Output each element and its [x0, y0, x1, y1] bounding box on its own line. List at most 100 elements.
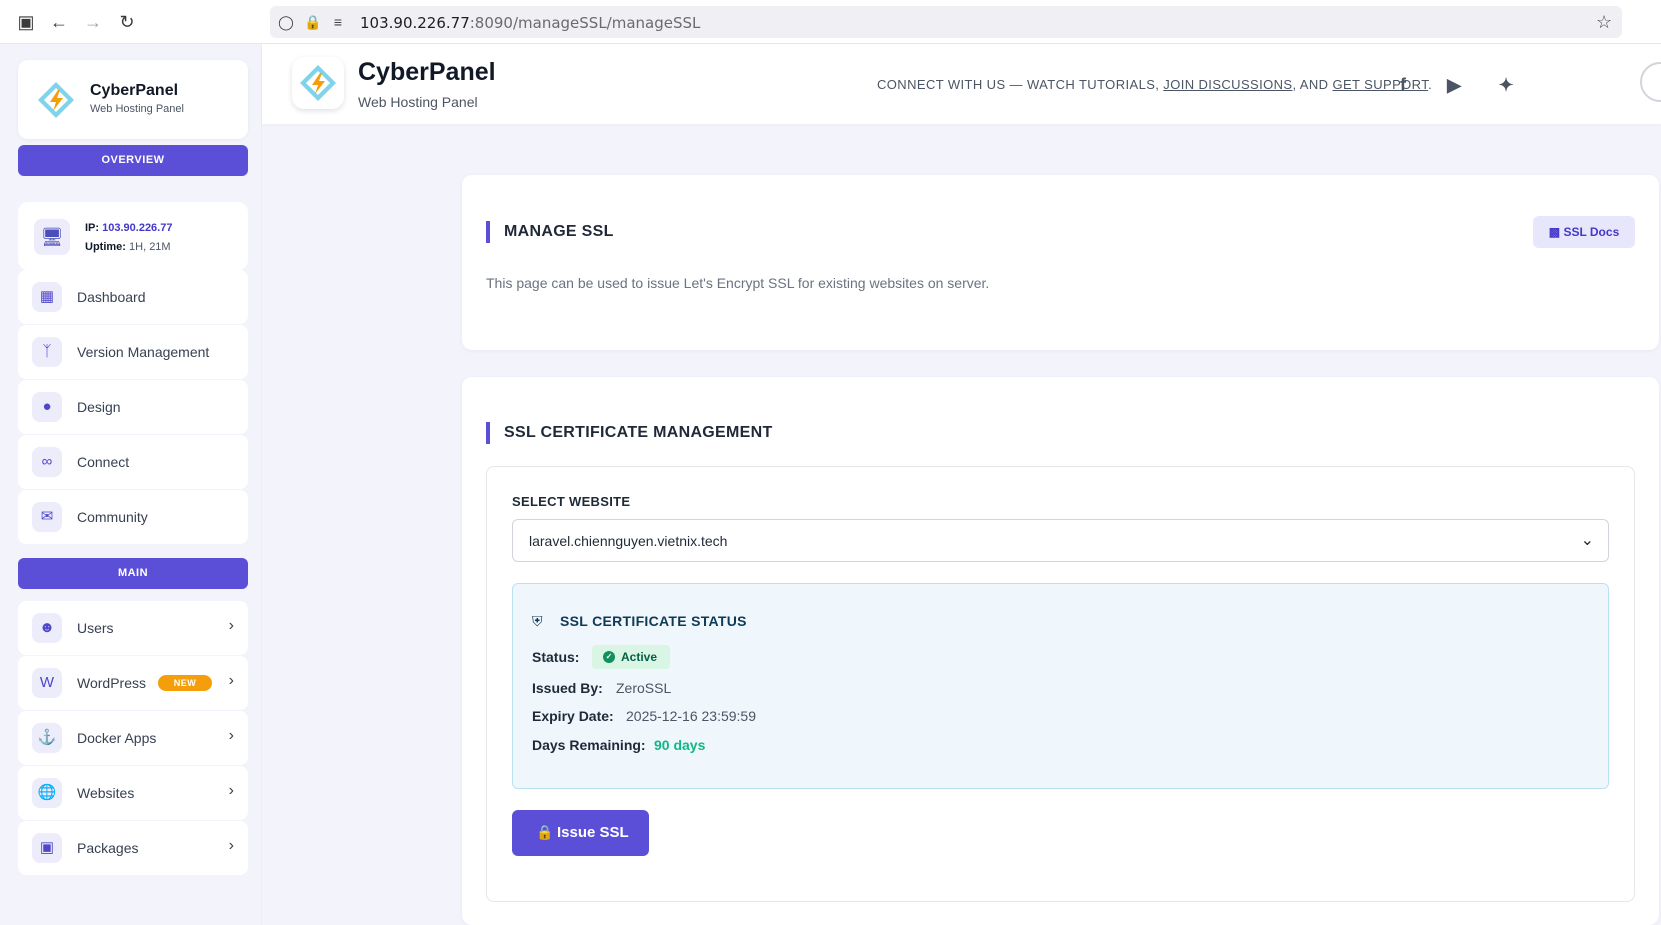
cyberpanel-logo-icon [38, 82, 74, 118]
connect-suffix: . [1428, 77, 1433, 92]
lock-icon: 🔒 [536, 824, 554, 840]
ssl-status-panel: ⛨ SSL CERTIFICATE STATUS Status: ✓ Activ… [512, 583, 1609, 789]
chat-icon: ✉ [32, 502, 62, 532]
users-icon: ☻ [32, 613, 62, 643]
chevron-down-icon: ⌄ [1580, 532, 1594, 549]
check-circle-icon: ✓ [603, 651, 615, 663]
url-path: :8090/manageSSL/manageSSL [469, 14, 701, 32]
manage-ssl-description: This page can be used to issue Let's Enc… [486, 275, 990, 291]
youtube-icon[interactable]: ▶ [1440, 71, 1468, 99]
select-website-label: SELECT WEBSITE [512, 494, 631, 509]
manage-ssl-card: MANAGE SSL ▩ SSL Docs This page can be u… [462, 175, 1659, 350]
book-icon: ▩ [1548, 225, 1561, 239]
reload-icon[interactable]: ↻ [117, 12, 137, 32]
sidebar-toggle-icon[interactable]: ▣ [16, 12, 36, 32]
main-section-button[interactable]: MAIN [18, 558, 248, 589]
sidebar-item-dashboard[interactable]: ▦ Dashboard [18, 270, 248, 324]
sidebar-item-label: Version Management [77, 344, 210, 360]
ssl-form-panel: SELECT WEBSITE laravel.chiennguyen.vietn… [486, 466, 1635, 902]
issue-ssl-button[interactable]: 🔒 Issue SSL [512, 810, 649, 856]
ssl-certificate-card: SSL CERTIFICATE MANAGEMENT SELECT WEBSIT… [462, 377, 1659, 925]
issued-by-label: Issued By: [532, 680, 603, 696]
sidebar-item-label: Websites [77, 785, 135, 801]
status-label: Status: [532, 649, 580, 665]
browser-toolbar: ▣ ← → ↻ ◯ 🔒 ≡ 103.90.226.77:8090/manageS… [0, 0, 1661, 44]
sidebar-item-label: WordPress [77, 675, 146, 691]
sidebar-item-wordpress[interactable]: W WordPress NEW › [18, 656, 248, 710]
sidebar-item-label: Users [77, 620, 114, 636]
overview-section-button[interactable]: OVERVIEW [18, 145, 248, 176]
sidebar-item-docker-apps[interactable]: ⚓ Docker Apps › [18, 711, 248, 765]
link-icon: ∞ [32, 447, 62, 477]
uptime-label: Uptime: [85, 241, 126, 253]
chevron-right-icon: › [228, 782, 234, 799]
ssl-docs-label: SSL Docs [1563, 225, 1620, 239]
sidebar-item-version-management[interactable]: ᛉ Version Management [18, 325, 248, 379]
ip-value: 103.90.226.77 [102, 222, 173, 234]
new-badge: NEW [158, 675, 212, 691]
twitter-icon[interactable]: ✦ [1492, 71, 1520, 99]
header-logo[interactable] [292, 57, 344, 109]
sidebar-item-label: Connect [77, 454, 130, 470]
expiry-date-label: Expiry Date: [532, 708, 614, 724]
ssl-docs-button[interactable]: ▩ SSL Docs [1533, 216, 1635, 248]
join-discussions-link[interactable]: JOIN DISCUSSIONS [1163, 77, 1292, 92]
uptime-line: Uptime: 1H, 21M [85, 241, 171, 253]
facebook-icon[interactable]: f [1389, 71, 1417, 99]
sidebar-item-label: Community [77, 509, 148, 525]
ip-label: IP: [85, 222, 100, 234]
sidebar-item-websites[interactable]: 🌐 Websites › [18, 766, 248, 820]
url-bar[interactable]: ◯ 🔒 ≡ 103.90.226.77:8090/manageSSL/manag… [270, 6, 1622, 38]
lock-icon[interactable]: 🔒 [304, 14, 321, 30]
globe-icon: 🌐 [32, 778, 62, 808]
sidebar-item-connect[interactable]: ∞ Connect [18, 435, 248, 489]
header-subtitle: Web Hosting Panel [358, 94, 478, 110]
sidebar-item-label: Design [77, 399, 121, 415]
shield-icon: ⛨ [532, 613, 543, 629]
grid-icon: ▦ [32, 282, 62, 312]
status-value: Active [621, 650, 658, 664]
back-icon[interactable]: ← [49, 12, 69, 32]
connect-mid: , AND [1292, 77, 1333, 92]
issued-by-value: ZeroSSL [616, 680, 672, 696]
sidebar-item-label: Dashboard [77, 289, 146, 305]
wordpress-icon: W [32, 668, 62, 698]
website-select[interactable]: laravel.chiennguyen.vietnix.tech ⌄ [512, 519, 1609, 562]
days-remaining-value: 90 days [654, 737, 706, 753]
shield-icon[interactable]: ◯ [278, 14, 294, 30]
forward-icon[interactable]: → [83, 12, 103, 32]
connect-prefix: CONNECT WITH US — WATCH TUTORIALS, [877, 77, 1164, 92]
server-info-card: 🖥 IP: 103.90.226.77 Uptime: 1H, 21M [18, 202, 248, 270]
box-icon: ▣ [32, 833, 62, 863]
status-badge: ✓ Active [592, 645, 670, 669]
ip-line: IP: 103.90.226.77 [85, 222, 172, 234]
sidebar: CyberPanel Web Hosting Panel OVERVIEW 🖥 … [0, 44, 262, 925]
sidebar-item-label: Packages [77, 840, 139, 856]
theme-toggle-button[interactable] [1640, 62, 1661, 102]
chevron-right-icon: › [228, 672, 234, 689]
bookmark-star-icon[interactable]: ☆ [1596, 13, 1612, 31]
url-text[interactable]: 103.90.226.77:8090/manageSSL/manageSSL [360, 14, 700, 32]
sidebar-brand[interactable]: CyberPanel Web Hosting Panel [18, 60, 248, 139]
days-remaining-label: Days Remaining: [532, 737, 646, 753]
sidebar-item-community[interactable]: ✉ Community [18, 490, 248, 544]
chevron-right-icon: › [228, 727, 234, 744]
palette-icon: ● [32, 392, 62, 422]
manage-ssl-title: MANAGE SSL [486, 221, 614, 243]
ship-icon: ⚓ [32, 723, 62, 753]
sidebar-brand-title: CyberPanel [90, 82, 179, 99]
sidebar-item-packages[interactable]: ▣ Packages › [18, 821, 248, 875]
top-header: CyberPanel Web Hosting Panel CONNECT WIT… [262, 44, 1661, 124]
chevron-right-icon: › [228, 617, 234, 634]
sidebar-item-design[interactable]: ● Design [18, 380, 248, 434]
sidebar-item-users[interactable]: ☻ Users › [18, 601, 248, 655]
sidebar-brand-subtitle: Web Hosting Panel [90, 103, 184, 115]
website-select-value: laravel.chiennguyen.vietnix.tech [529, 533, 728, 549]
sidebar-item-label: Docker Apps [77, 730, 157, 746]
connect-text: CONNECT WITH US — WATCH TUTORIALS, JOIN … [877, 77, 1432, 92]
monitor-icon: 🖥 [34, 219, 70, 255]
ssl-certificate-title: SSL CERTIFICATE MANAGEMENT [486, 422, 773, 444]
url-host: 103.90.226.77 [360, 14, 470, 32]
expiry-date-value: 2025-12-16 23:59:59 [626, 708, 756, 724]
permissions-icon[interactable]: ≡ [330, 14, 346, 30]
